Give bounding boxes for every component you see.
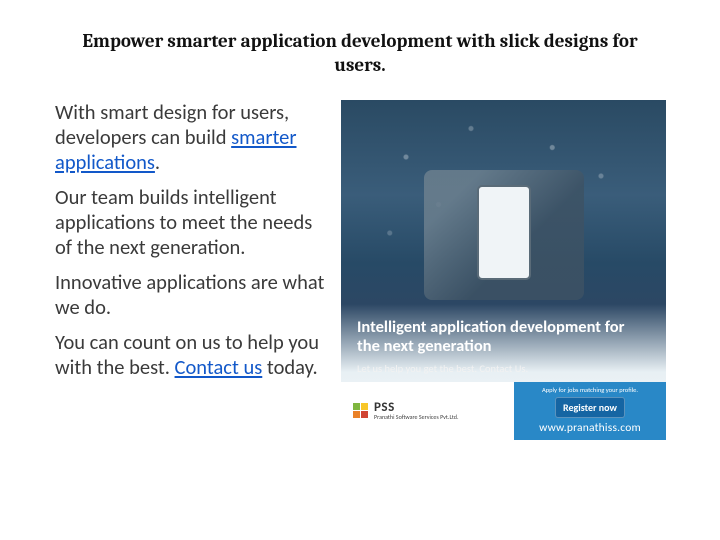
contact-us-link[interactable]: Contact us xyxy=(175,354,263,380)
promo-headline: Intelligent application development for … xyxy=(357,318,647,358)
promo-banner: Intelligent application development for … xyxy=(341,100,666,440)
url-panel: Apply for jobs matching your profile. Re… xyxy=(514,382,666,440)
website-url: www.pranathiss.com xyxy=(539,421,641,435)
logo-text: PSS Pranathi Software Services Pvt.Ltd. xyxy=(374,401,458,420)
register-now-button[interactable]: Register now xyxy=(555,397,625,418)
p4-text-b: today. xyxy=(262,354,317,380)
paragraph-3: Innovative applications are what we do. xyxy=(55,270,325,320)
apply-text: Apply for jobs matching your profile. xyxy=(542,386,638,394)
paragraph-1: With smart design for users, developers … xyxy=(55,100,325,175)
promo-subtext: Let us help you get the best. Contact Us… xyxy=(357,362,528,375)
phone-graphic xyxy=(477,185,531,280)
pss-logo-icon xyxy=(353,403,368,418)
promo-footer: PSS Pranathi Software Services Pvt.Ltd. … xyxy=(341,382,666,440)
p1-text-b: . xyxy=(155,149,160,175)
paragraph-4: You can count on us to help you with the… xyxy=(55,330,325,380)
paragraph-2: Our team builds intelligent applications… xyxy=(55,185,325,260)
body-text-column: With smart design for users, developers … xyxy=(55,100,325,390)
content-row: With smart design for users, developers … xyxy=(55,100,665,440)
logo-subtitle: Pranathi Software Services Pvt.Ltd. xyxy=(374,414,458,420)
page-title: Empower smarter application development … xyxy=(55,30,665,78)
logo-area: PSS Pranathi Software Services Pvt.Ltd. xyxy=(341,382,514,440)
promo-column: Intelligent application development for … xyxy=(341,100,666,440)
